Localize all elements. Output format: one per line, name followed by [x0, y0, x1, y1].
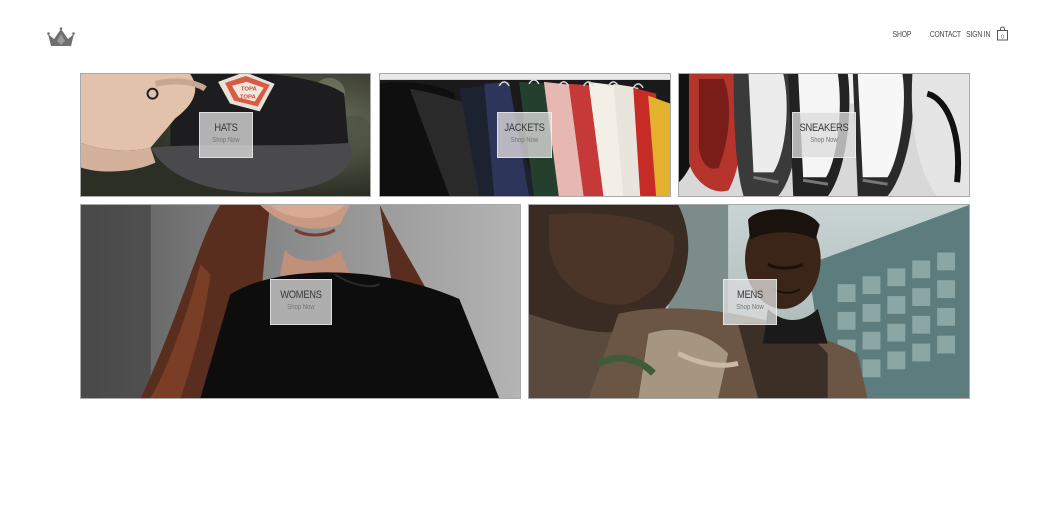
shop-now-link[interactable]: Shop Now [204, 137, 248, 145]
shop-now-link[interactable]: Shop Now [502, 137, 547, 145]
category-title: WOMENS [280, 289, 322, 301]
crown-icon [47, 27, 75, 46]
category-title: MENS [736, 289, 764, 301]
nav-sign-in-link[interactable]: SIGN IN [966, 30, 990, 39]
category-tile-mens[interactable]: MENS Shop Now [528, 204, 970, 399]
hat-badge-text-1: TOPA [241, 87, 258, 93]
cart-button[interactable]: 0 [996, 26, 1009, 41]
nav-contact-link[interactable]: CONTACT [930, 30, 961, 39]
top-nav: SHOP CONTACT SIGN IN 0 [891, 26, 1009, 42]
category-title: JACKETS [504, 122, 545, 134]
category-tile-womens[interactable]: WOMENS Shop Now [80, 204, 521, 399]
cart-count: 0 [1001, 34, 1004, 40]
hats-label[interactable]: HATS Shop Now [199, 112, 253, 158]
shopping-bag-icon: 0 [997, 26, 1008, 41]
sneakers-label[interactable]: SNEAKERS Shop Now [792, 112, 856, 158]
jackets-label[interactable]: JACKETS Shop Now [497, 112, 552, 158]
womens-label[interactable]: WOMENS Shop Now [270, 279, 332, 325]
shop-now-link[interactable]: Shop Now [798, 137, 851, 145]
shop-now-link[interactable]: Shop Now [728, 304, 772, 312]
category-tile-hats[interactable]: TOPA TOPA HATS Shop Now [80, 73, 371, 197]
category-tile-jackets[interactable]: JACKETS Shop Now [379, 73, 671, 197]
category-title: SNEAKERS [799, 122, 849, 134]
hat-badge-text-2: TOPA [240, 95, 257, 101]
shop-now-link[interactable]: Shop Now [276, 304, 327, 312]
nav-shop-link[interactable]: SHOP [893, 30, 912, 39]
crown-logo[interactable] [47, 26, 75, 48]
mens-label[interactable]: MENS Shop Now [723, 279, 777, 325]
category-title: HATS [214, 122, 238, 134]
category-tile-sneakers[interactable]: SNEAKERS Shop Now [678, 73, 970, 197]
